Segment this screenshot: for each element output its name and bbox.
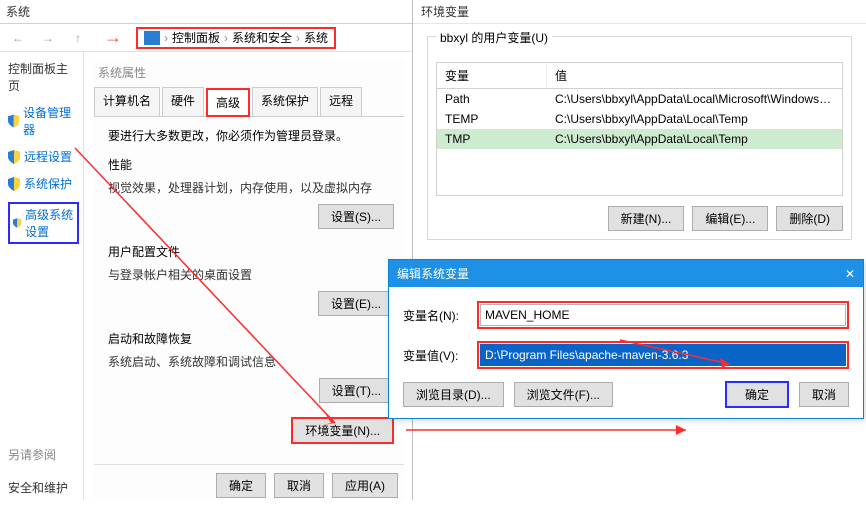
perf-settings-button[interactable]: 设置(S)...	[318, 204, 394, 229]
user-vars-label: bbxyl 的用户变量(U)	[436, 29, 552, 46]
dialog-titlebar[interactable]: 编辑系统变量 ✕	[389, 260, 863, 287]
close-icon[interactable]: ✕	[845, 267, 855, 281]
env-title-text: 环境变量	[421, 3, 469, 20]
breadcrumb[interactable]: › 控制面板 › 系统和安全 › 系统	[136, 27, 336, 49]
startup-settings-button[interactable]: 设置(T)...	[319, 378, 394, 403]
startup-label: 启动和故障恢复	[108, 330, 394, 347]
annotation-arrow-icon: →	[104, 27, 122, 48]
th-value[interactable]: 值	[547, 63, 842, 88]
var-value-field: 变量值(V):	[403, 341, 849, 369]
profile-label: 用户配置文件	[108, 243, 394, 260]
browse-file-button[interactable]: 浏览文件(F)...	[514, 382, 613, 407]
see-also-label: 另请参阅	[8, 446, 79, 463]
panel-title: 系统属性	[94, 60, 404, 87]
startup-desc: 系统启动、系统故障和调试信息	[108, 353, 394, 370]
tab-protection[interactable]: 系统保护	[252, 87, 318, 116]
user-delete-button[interactable]: 删除(D)	[776, 206, 843, 231]
var-name-label: 变量名(N):	[403, 307, 467, 324]
window-title: 系统	[6, 3, 30, 20]
perf-label: 性能	[108, 156, 394, 173]
sidebar-security-maintenance[interactable]: 安全和维护	[8, 479, 79, 496]
user-vars-table[interactable]: 变量 值 Path C:\Users\bbxyl\AppData\Local\M…	[436, 62, 843, 196]
perf-desc: 视觉效果，处理器计划，内存使用，以及虚拟内存	[108, 179, 394, 196]
forward-button[interactable]: →	[36, 26, 60, 50]
crumb-control-panel[interactable]: 控制面板	[172, 29, 220, 46]
profile-settings-button[interactable]: 设置(E)...	[318, 291, 394, 316]
th-variable[interactable]: 变量	[437, 63, 547, 88]
crumb-system[interactable]: 系统	[304, 29, 328, 46]
sidebar-device-manager[interactable]: 设备管理器	[8, 104, 79, 138]
table-row[interactable]: TEMP C:\Users\bbxyl\AppData\Local\Temp	[437, 109, 842, 129]
dialog-title-text: 编辑系统变量	[397, 265, 469, 282]
sidebar: 控制面板主页 设备管理器 远程设置 系统保护 高级系统设置 另请参阅 安全和维护	[0, 52, 84, 500]
chevron-right-icon: ›	[224, 31, 228, 45]
tab-advanced[interactable]: 高级	[206, 88, 250, 117]
user-vars-group: bbxyl 的用户变量(U) 变量 值 Path C:\Users\bbxyl\…	[427, 36, 852, 240]
crumb-system-security[interactable]: 系统和安全	[232, 29, 292, 46]
user-new-button[interactable]: 新建(N)...	[608, 206, 685, 231]
back-button[interactable]: ←	[6, 26, 30, 50]
shield-icon	[13, 216, 21, 230]
up-button[interactable]: ↑	[66, 26, 90, 50]
cancel-button[interactable]: 取消	[274, 473, 324, 498]
tab-remote[interactable]: 远程	[320, 87, 362, 116]
ok-button[interactable]: 确定	[216, 473, 266, 498]
control-panel-icon	[144, 31, 160, 45]
dialog-ok-button[interactable]: 确定	[725, 381, 789, 408]
table-row[interactable]: TMP C:\Users\bbxyl\AppData\Local\Temp	[437, 129, 842, 149]
apply-button[interactable]: 应用(A)	[332, 473, 398, 498]
profile-desc: 与登录帐户相关的桌面设置	[108, 266, 394, 283]
chevron-right-icon: ›	[164, 31, 168, 45]
var-name-field: 变量名(N):	[403, 301, 849, 329]
shield-icon	[8, 177, 20, 191]
sidebar-system-protection[interactable]: 系统保护	[8, 175, 79, 192]
user-edit-button[interactable]: 编辑(E)...	[692, 206, 768, 231]
sidebar-home[interactable]: 控制面板主页	[8, 60, 79, 94]
shield-icon	[8, 150, 20, 164]
shield-icon	[8, 114, 19, 128]
tabs: 计算机名 硬件 高级 系统保护 远程	[94, 87, 404, 117]
env-vars-window: 环境变量 bbxyl 的用户变量(U) 变量 值 Path C:\Users\b…	[412, 0, 866, 500]
var-value-input[interactable]	[480, 344, 846, 366]
browse-dir-button[interactable]: 浏览目录(D)...	[403, 382, 504, 407]
tab-computer-name[interactable]: 计算机名	[94, 87, 160, 116]
env-titlebar: 环境变量	[413, 0, 866, 24]
var-value-label: 变量值(V):	[403, 347, 467, 364]
sidebar-remote-settings[interactable]: 远程设置	[8, 148, 79, 165]
env-vars-button[interactable]: 环境变量(N)...	[291, 417, 394, 444]
edit-variable-dialog: 编辑系统变量 ✕ 变量名(N): 变量值(V): 浏览目录(D)... 浏览文件…	[388, 259, 864, 419]
admin-note: 要进行大多数更改，你必须作为管理员登录。	[108, 127, 394, 144]
chevron-right-icon: ›	[296, 31, 300, 45]
tab-hardware[interactable]: 硬件	[162, 87, 204, 116]
system-properties-panel: 系统属性 计算机名 硬件 高级 系统保护 远程 要进行大多数更改，你必须作为管理…	[94, 60, 404, 500]
table-row[interactable]: Path C:\Users\bbxyl\AppData\Local\Micros…	[437, 89, 842, 109]
dialog-cancel-button[interactable]: 取消	[799, 382, 849, 407]
sidebar-advanced-settings[interactable]: 高级系统设置	[8, 202, 79, 244]
var-name-input[interactable]	[480, 304, 846, 326]
